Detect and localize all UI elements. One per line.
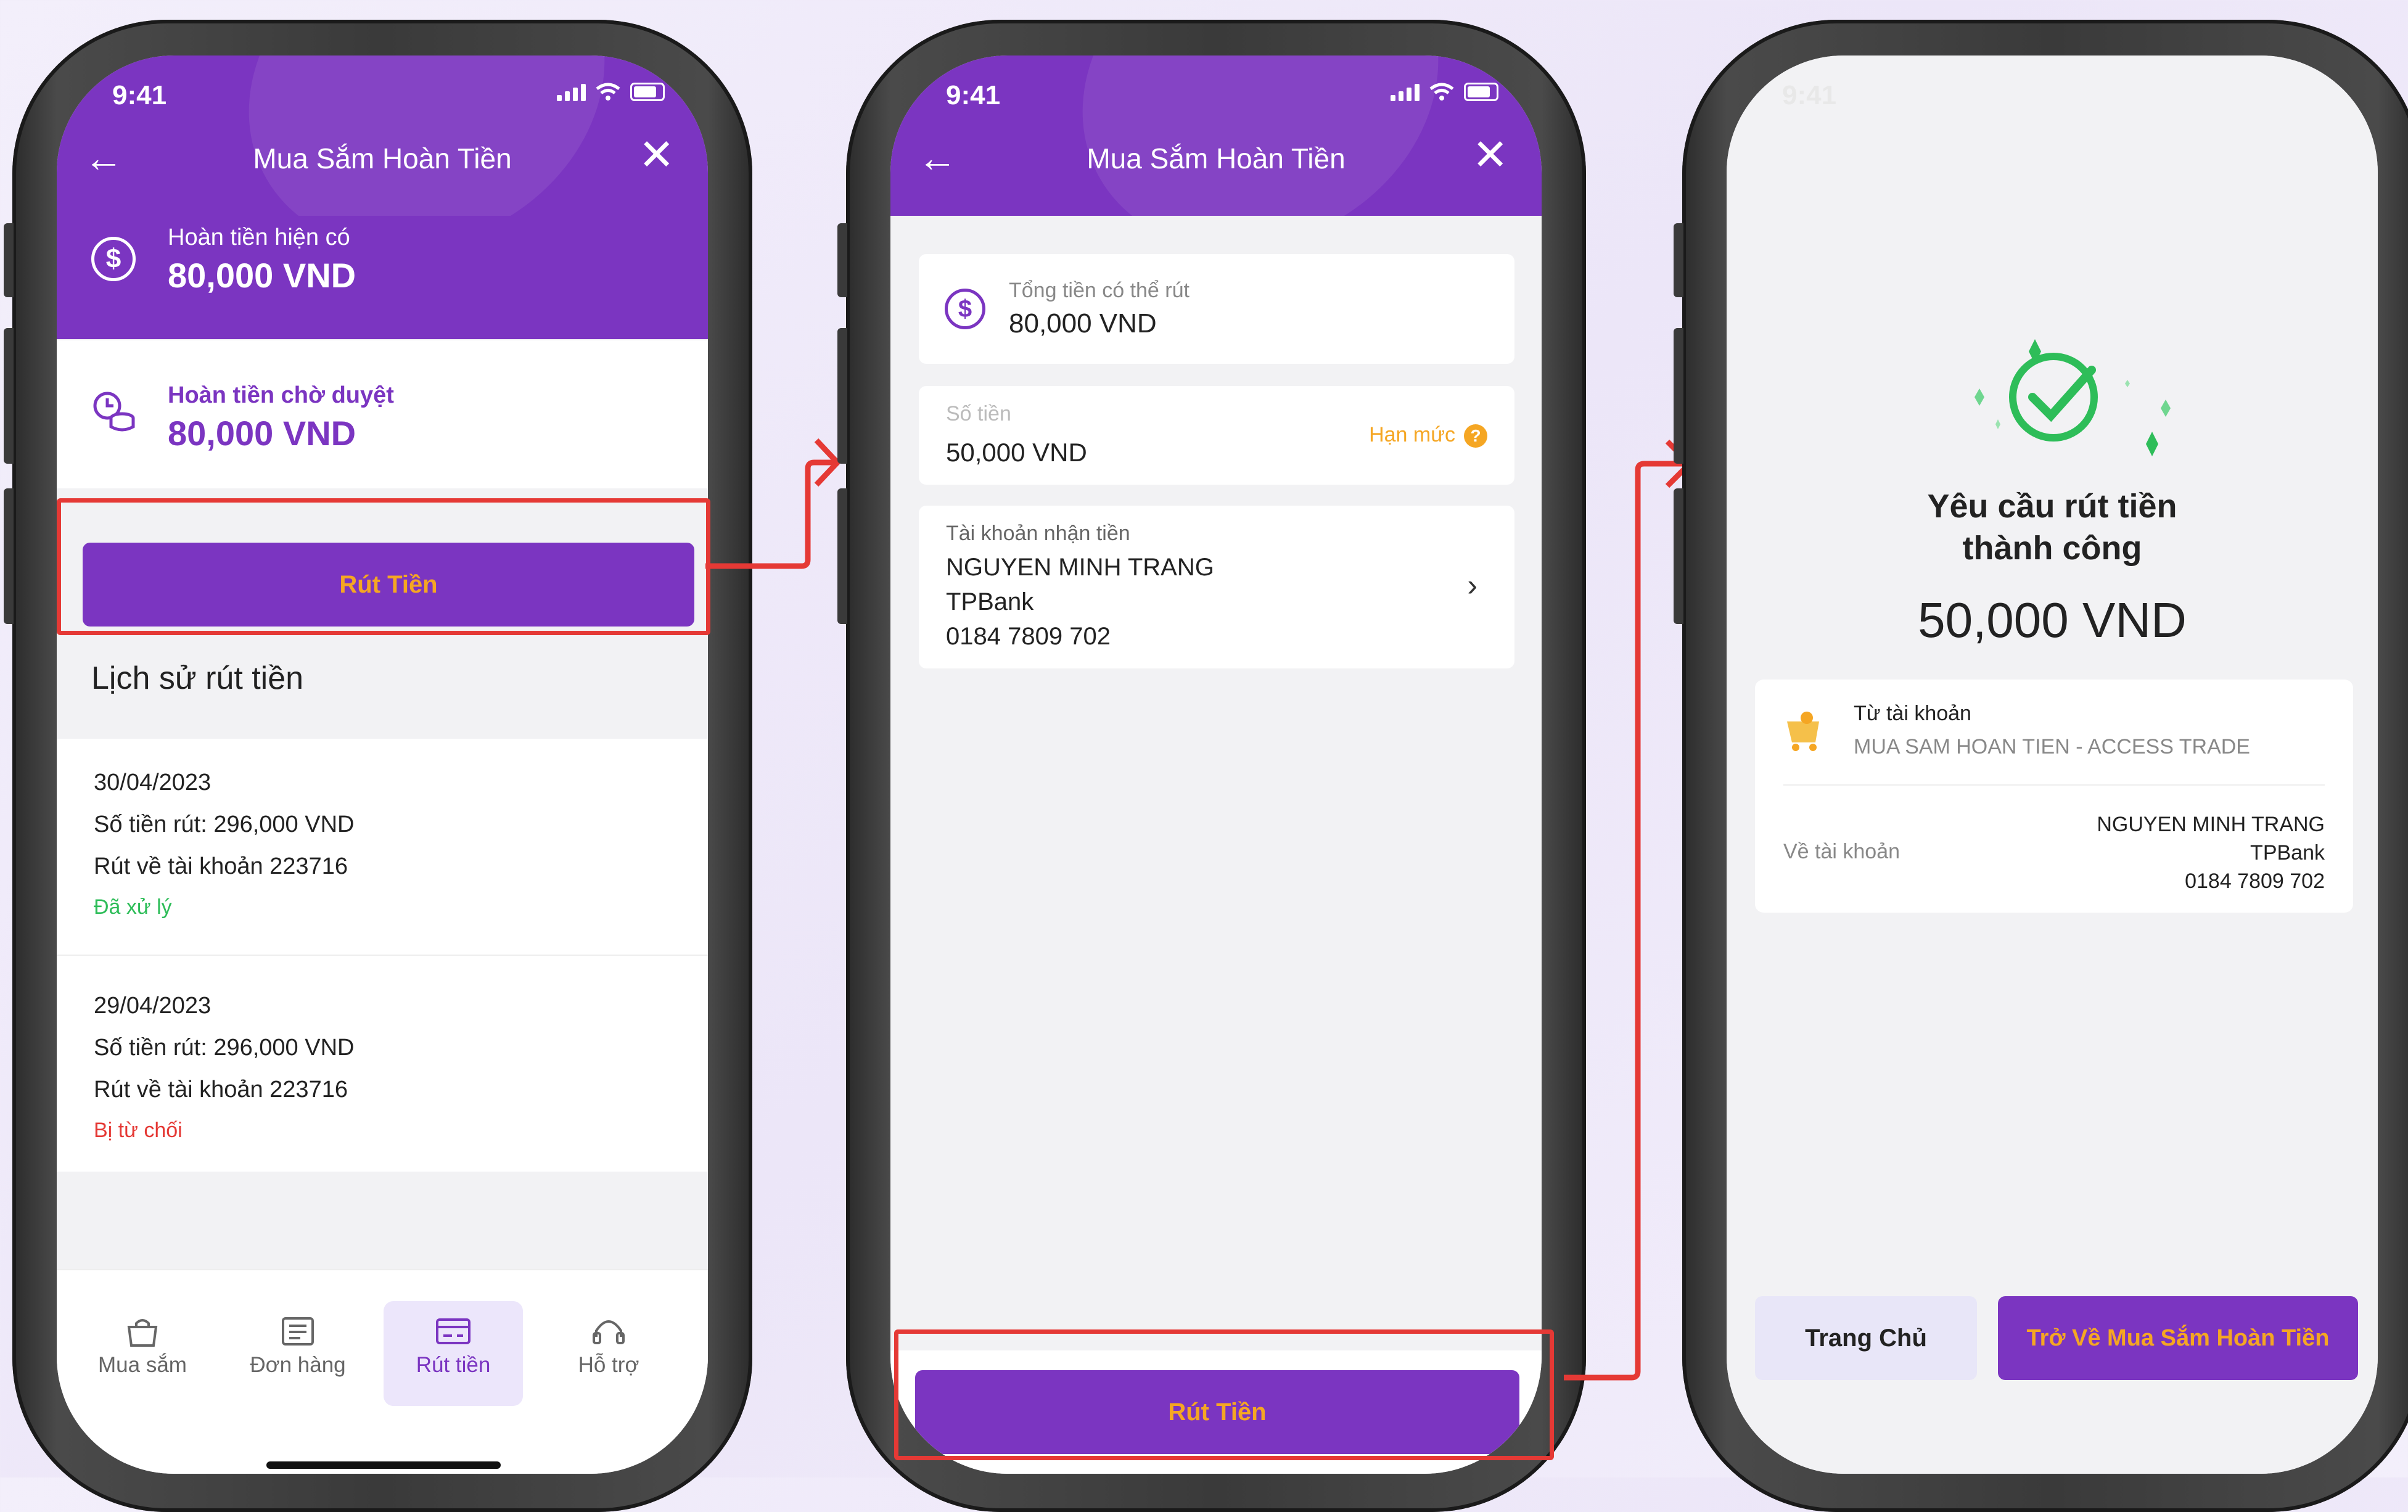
success-amount: 50,000 VND [1918, 593, 2187, 647]
bottom-tab-bar: Mua sắm Đơn hàng Rút tiền Hỗ trợ [57, 1269, 708, 1474]
available-label: Hoàn tiền hiện có [168, 224, 350, 250]
battery-icon [1464, 83, 1498, 101]
status-badge: Đã xử lý [94, 895, 172, 919]
home-button[interactable]: Trang Chủ [1755, 1296, 1977, 1380]
status-icons [1391, 83, 1498, 101]
signal-icon [1391, 83, 1420, 101]
total-value: 80,000 VND [1009, 308, 1157, 339]
home-indicator [266, 1461, 501, 1469]
tab-label: Rút tiền [416, 1353, 491, 1377]
from-label: Từ tài khoản [1854, 702, 1971, 725]
wifi-icon [1429, 83, 1454, 101]
amount-field[interactable]: Số tiền 50,000 VND Hạn mức ? [919, 386, 1514, 485]
history-title: Lịch sử rút tiền [91, 660, 304, 696]
status-icons [557, 83, 665, 101]
success-title-line1: Yêu cầu rút tiền [1927, 488, 2177, 525]
coins-clock-icon [93, 392, 135, 432]
screen-withdraw-form: 9:41 ← Mua Sắm Hoàn Tiền ✕ $ Tổng tiền c… [890, 55, 1542, 1474]
flow-arrow-icon [705, 438, 842, 569]
phone-frame-1: 9:41 ← Mua Sắm Hoàn Tiền ✕ $ Hoàn tiền h… [4, 20, 752, 1512]
tab-withdraw[interactable]: Rút tiền [384, 1301, 523, 1406]
history-account: Rút về tài khoản 223716 [94, 853, 348, 879]
status-badge: Bị từ chối [94, 1119, 183, 1142]
receive-label: Tài khoản nhận tiền [946, 522, 1130, 545]
headset-icon [593, 1320, 625, 1344]
tab-orders[interactable]: Đơn hàng [228, 1301, 368, 1406]
to-label: Về tài khoản [1783, 840, 1901, 863]
pending-label: Hoàn tiền chờ duyệt [168, 382, 394, 408]
amount-label: Số tiền [946, 402, 1011, 425]
page-title: Mua Sắm Hoàn Tiền [253, 142, 512, 175]
screen-cashback-home: 9:41 ← Mua Sắm Hoàn Tiền ✕ $ Hoàn tiền h… [57, 55, 708, 1474]
history-date: 29/04/2023 [94, 993, 212, 1019]
limit-label[interactable]: Hạn mức [1369, 423, 1455, 447]
battery-icon [630, 83, 665, 101]
receive-bank: TPBank [946, 588, 1034, 615]
history-amount: Số tiền rút: 296,000 VND [94, 811, 355, 837]
tab-label: Đơn hàng [250, 1353, 346, 1377]
close-icon[interactable]: ✕ [1472, 133, 1508, 176]
to-name: NGUYEN MINH TRANG [2097, 813, 2325, 836]
pending-value: 80,000 VND [168, 414, 356, 453]
success-title-line2: thành công [1962, 530, 2142, 567]
transfer-details-card: Từ tài khoản MUA SAM HOAN TIEN - ACCESS … [1755, 680, 2353, 913]
available-value: 80,000 VND [168, 256, 356, 295]
status-time: 9:41 [946, 80, 1001, 110]
receive-name: NGUYEN MINH TRANG [946, 554, 1214, 581]
highlight-box [57, 498, 710, 635]
back-to-cashback-button[interactable]: Trở Về Mua Sắm Hoàn Tiền [1998, 1296, 2358, 1380]
total-withdrawable-card: $ Tổng tiền có thể rút 80,000 VND [919, 254, 1514, 364]
history-item[interactable]: 29/04/2023 Số tiền rút: 296,000 VND Rút … [57, 956, 708, 1172]
help-icon[interactable]: ? [1464, 424, 1487, 448]
amount-value: 50,000 VND [946, 438, 1087, 467]
page-title: Mua Sắm Hoàn Tiền [1087, 142, 1346, 175]
dollar-icon: $ [945, 289, 985, 329]
order-list-icon [282, 1317, 314, 1346]
signal-icon [557, 83, 586, 101]
close-icon[interactable]: ✕ [638, 133, 675, 176]
history-account: Rút về tài khoản 223716 [94, 1077, 348, 1103]
history-amount: Số tiền rút: 296,000 VND [94, 1035, 355, 1061]
app-header: 9:41 ← Mua Sắm Hoàn Tiền ✕ [57, 55, 708, 216]
card-withdraw-icon [436, 1318, 471, 1344]
phone-frame-2: 9:41 ← Mua Sắm Hoàn Tiền ✕ $ Tổng tiền c… [837, 20, 1586, 1512]
tab-label: Hỗ trợ [578, 1353, 639, 1377]
from-value: MUA SAM HOAN TIEN - ACCESS TRADE [1854, 735, 2250, 758]
to-bank: TPBank [2250, 841, 2325, 865]
receive-account-card[interactable]: Tài khoản nhận tiền NGUYEN MINH TRANG TP… [919, 506, 1514, 668]
app-header: 9:41 ← Mua Sắm Hoàn Tiền ✕ [890, 55, 1542, 216]
available-balance-card: $ Hoàn tiền hiện có 80,000 VND [57, 216, 708, 339]
status-time: 9:41 [112, 80, 167, 110]
divider [1783, 784, 2325, 786]
tab-label: Mua sắm [98, 1353, 187, 1377]
wifi-icon [596, 83, 620, 101]
tab-shopping[interactable]: Mua sắm [73, 1301, 212, 1406]
tab-support[interactable]: Hỗ trợ [539, 1301, 678, 1406]
to-number: 0184 7809 702 [2185, 869, 2325, 893]
phone-frame-3: 9:41 Yêu cầu rút tiền thành công 50,000 … [1674, 20, 2408, 1512]
status-time: 9:41 [1782, 80, 1837, 110]
success-check-icon [2009, 353, 2098, 442]
screen-withdraw-success: 9:41 Yêu cầu rút tiền thành công 50,000 … [1727, 55, 2378, 1474]
history-date: 30/04/2023 [94, 770, 212, 795]
pending-balance-card: Hoàn tiền chờ duyệt 80,000 VND [57, 340, 708, 488]
history-item[interactable]: 30/04/2023 Số tiền rút: 296,000 VND Rút … [57, 739, 708, 956]
cart-icon [1787, 712, 1819, 751]
dollar-icon: $ [91, 237, 136, 281]
highlight-box [894, 1329, 1554, 1460]
receive-number: 0184 7809 702 [946, 623, 1111, 650]
shopping-bag-icon [127, 1319, 158, 1347]
total-label: Tổng tiền có thể rút [1009, 279, 1190, 302]
chevron-right-icon: › [1467, 568, 1477, 602]
